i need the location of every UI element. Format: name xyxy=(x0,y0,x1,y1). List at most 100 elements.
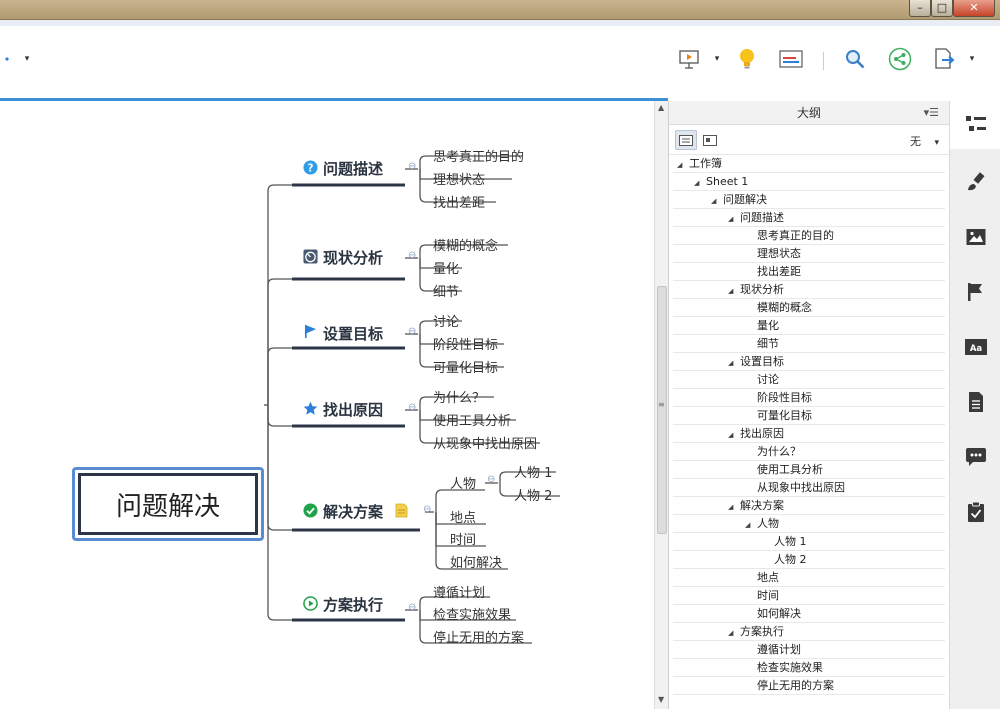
topic-check-effect[interactable]: 检查实施效果 xyxy=(433,604,511,623)
outline-row[interactable]: 时间 xyxy=(669,587,949,605)
collapse-toggle[interactable]: ⊖ xyxy=(408,326,416,337)
export-icon[interactable] xyxy=(931,46,957,72)
outline-row[interactable]: 可量化目标 xyxy=(669,407,949,425)
topic-ideal-state[interactable]: 理想状态 xyxy=(433,169,485,188)
presentation-dropdown[interactable]: ▾ xyxy=(710,46,724,72)
topic-stage-goals[interactable]: 阶段性目标 xyxy=(433,334,498,353)
branch-plan-execution[interactable]: 方案执行 xyxy=(323,594,383,615)
outline-row[interactable]: 停止无用的方案 xyxy=(669,677,949,695)
outline-row[interactable]: ◢ 问题描述 xyxy=(669,209,949,227)
outline-row[interactable]: 模糊的概念 xyxy=(669,299,949,317)
outline-row[interactable]: 使用工具分析 xyxy=(669,461,949,479)
outline-row[interactable]: ◢ 找出原因 xyxy=(669,425,949,443)
expand-triangle-icon[interactable]: ◢ xyxy=(728,210,740,228)
topic-use-tools[interactable]: 使用工具分析 xyxy=(433,410,511,429)
close-button[interactable]: ✕ xyxy=(953,0,995,17)
image-icon[interactable] xyxy=(950,212,1000,262)
outline-row[interactable]: 讨论 xyxy=(669,371,949,389)
share-icon[interactable] xyxy=(886,46,914,72)
branch-solution[interactable]: 解决方案 xyxy=(323,501,383,522)
expand-triangle-icon[interactable]: ◢ xyxy=(694,174,706,192)
topic-why[interactable]: 为什么？ xyxy=(433,387,485,406)
outline-row[interactable]: 量化 xyxy=(669,317,949,335)
branch-problem-description[interactable]: 问题描述 xyxy=(323,158,383,179)
format-brush-icon[interactable] xyxy=(950,157,1000,207)
notes-icon[interactable] xyxy=(950,377,1000,427)
branch-status-analysis[interactable]: 现状分析 xyxy=(323,247,383,268)
minimize-button[interactable]: – xyxy=(909,0,931,17)
expand-triangle-icon[interactable]: ◢ xyxy=(728,624,740,642)
text-style-icon[interactable]: Aa xyxy=(950,322,1000,372)
topic-measurable-goals[interactable]: 可量化目标 xyxy=(433,357,498,376)
outline-row[interactable]: ◢ 现状分析 xyxy=(669,281,949,299)
outline-row[interactable]: ◢ 设置目标 xyxy=(669,353,949,371)
scroll-down-arrow[interactable]: ▼ xyxy=(658,695,664,704)
outline-row[interactable]: ◢ 方案执行 xyxy=(669,623,949,641)
mindmap-canvas[interactable]: 问题解决 ? 问题描述 ⊖ 思考真正的目的 理想状态 找出差距 现状分析 ⊖ 模… xyxy=(0,101,654,709)
outline-row[interactable]: 理想状态 xyxy=(669,245,949,263)
outline-row[interactable]: 细节 xyxy=(669,335,949,353)
expand-triangle-icon[interactable]: ◢ xyxy=(711,192,723,210)
presentation-icon[interactable] xyxy=(676,46,702,72)
topic-person-1[interactable]: 人物 1 xyxy=(514,462,552,481)
expand-triangle-icon[interactable]: ◢ xyxy=(677,156,689,174)
maximize-button[interactable]: □ xyxy=(931,0,953,17)
collapse-toggle[interactable]: ⊖ xyxy=(408,161,416,172)
outline-row[interactable]: 遵循计划 xyxy=(669,641,949,659)
outline-row[interactable]: 人物 2 xyxy=(669,551,949,569)
comment-icon[interactable] xyxy=(950,432,1000,482)
outline-row[interactable]: 思考真正的目的 xyxy=(669,227,949,245)
outline-row[interactable]: ◢ 工作簿 xyxy=(669,155,949,173)
topic-stop-useless-plan[interactable]: 停止无用的方案 xyxy=(433,627,524,646)
outline-row[interactable]: 为什么？ xyxy=(669,443,949,461)
topic-follow-plan[interactable]: 遵循计划 xyxy=(433,582,485,601)
topic-details[interactable]: 细节 xyxy=(433,281,459,300)
outline-row[interactable]: 从现象中找出原因 xyxy=(669,479,949,497)
idea-icon[interactable] xyxy=(734,46,760,72)
branch-set-goals[interactable]: 设置目标 xyxy=(323,323,383,344)
branch-find-cause[interactable]: 找出原因 xyxy=(323,399,383,420)
topic-quantify[interactable]: 量化 xyxy=(433,258,459,277)
expand-triangle-icon[interactable]: ◢ xyxy=(728,282,740,300)
outline-row[interactable]: ◢ Sheet 1 xyxy=(669,173,949,191)
outline-card-view-icon[interactable] xyxy=(699,130,721,150)
topic-find-cause-from-phenomena[interactable]: 从现象中找出原因 xyxy=(433,433,537,452)
topic-discuss[interactable]: 讨论 xyxy=(433,311,459,330)
topic-person-2[interactable]: 人物 2 xyxy=(514,485,552,504)
outline-row[interactable]: 检查实施效果 xyxy=(669,659,949,677)
expand-triangle-icon[interactable]: ◢ xyxy=(745,516,757,534)
collapse-toggle[interactable]: ⊖ xyxy=(408,602,416,613)
marker-flag-icon[interactable] xyxy=(950,267,1000,317)
topic-time[interactable]: 时间 xyxy=(450,529,476,548)
expand-triangle-icon[interactable]: ◢ xyxy=(728,354,740,372)
topic-think-purpose[interactable]: 思考真正的目的 xyxy=(433,146,524,165)
note-icon[interactable] xyxy=(395,503,408,518)
export-dropdown[interactable]: ▾ xyxy=(965,46,979,72)
canvas-scrollbar[interactable]: ▲ ≡ ▼ xyxy=(654,101,668,709)
topic-vague-concept[interactable]: 模糊的概念 xyxy=(433,235,498,254)
outline-row[interactable]: 地点 xyxy=(669,569,949,587)
layout-icon[interactable] xyxy=(777,46,805,72)
collapse-toggle[interactable]: ⊖ xyxy=(487,474,495,485)
scroll-thumb[interactable] xyxy=(657,286,667,534)
outline-filter-dropdown[interactable]: 无 ▾ xyxy=(910,133,939,149)
collapse-toggle[interactable]: ⊖ xyxy=(408,250,416,261)
outline-row[interactable]: 找出差距 xyxy=(669,263,949,281)
topic-person[interactable]: 人物 xyxy=(450,473,476,492)
outline-row[interactable]: 阶段性目标 xyxy=(669,389,949,407)
toolbar-dot-icon[interactable] xyxy=(0,46,14,72)
collapse-toggle[interactable]: ⊖ xyxy=(423,504,431,515)
outline-row[interactable]: ◢ 解决方案 xyxy=(669,497,949,515)
expand-triangle-icon[interactable]: ◢ xyxy=(728,426,740,444)
outline-row[interactable]: 人物 1 xyxy=(669,533,949,551)
search-icon[interactable] xyxy=(842,46,868,72)
scroll-up-arrow[interactable]: ▲ xyxy=(658,103,664,112)
topic-place[interactable]: 地点 xyxy=(450,507,476,526)
outline-row[interactable]: ◢ 问题解决 xyxy=(669,191,949,209)
outline-row[interactable]: ◢ 人物 xyxy=(669,515,949,533)
topic-how-to-solve[interactable]: 如何解决 xyxy=(450,552,502,571)
topic-find-gap[interactable]: 找出差距 xyxy=(433,192,485,211)
outline-icon[interactable] xyxy=(950,101,1000,149)
collapse-toggle[interactable]: ⊖ xyxy=(408,402,416,413)
expand-triangle-icon[interactable]: ◢ xyxy=(728,498,740,516)
